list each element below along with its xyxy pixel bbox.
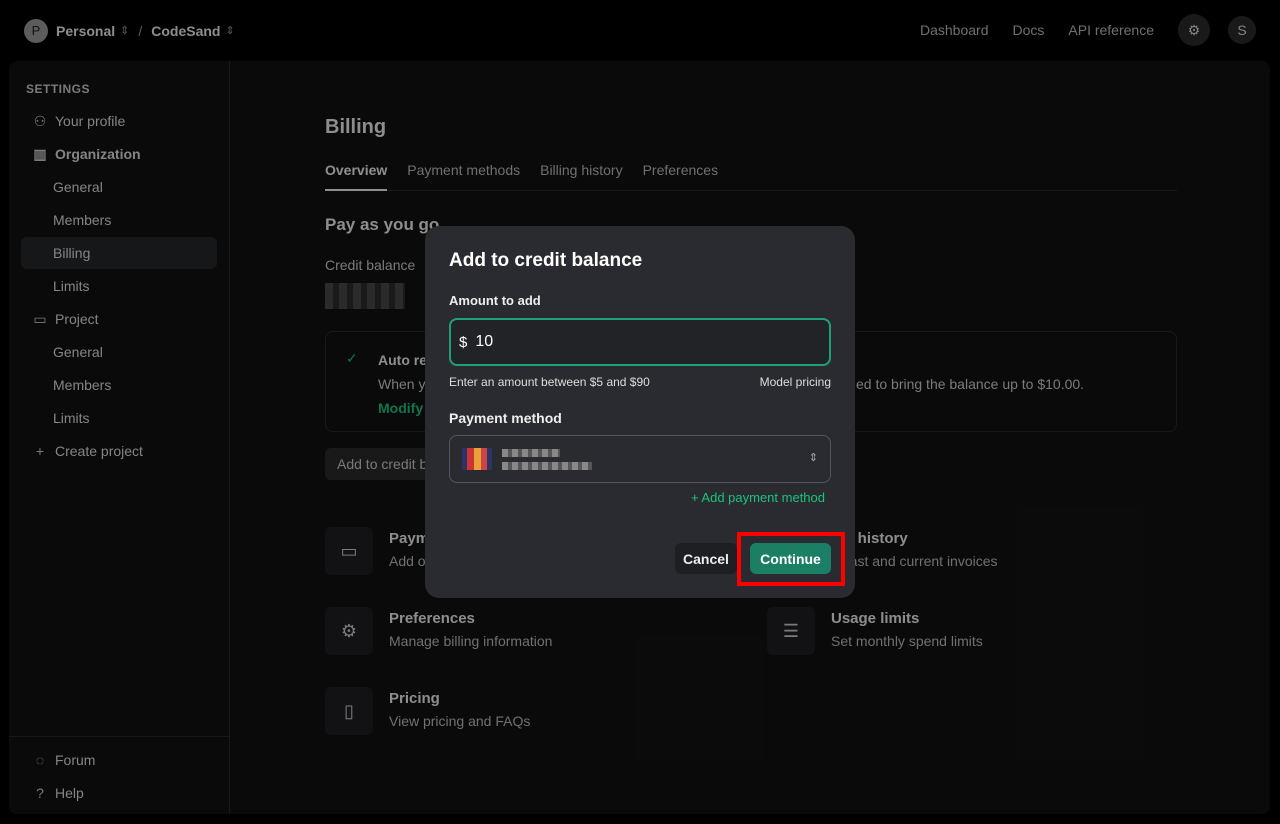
model-pricing-link[interactable]: Model pricing — [760, 375, 831, 389]
amount-hint: Enter an amount between $5 and $90 — [449, 375, 650, 389]
payment-method-label: Payment method — [449, 410, 562, 426]
highlight-box — [737, 532, 845, 586]
chevron-updown-icon: ⇕ — [808, 452, 818, 464]
amount-value: 10 — [475, 333, 494, 350]
card-brand-icon — [462, 448, 492, 470]
amount-label: Amount to add — [449, 293, 541, 308]
payment-method-select[interactable]: ⇕ — [449, 435, 831, 483]
card-name-redacted — [502, 449, 560, 457]
currency-symbol: $ — [459, 333, 468, 351]
modal-title: Add to credit balance — [449, 250, 643, 271]
amount-input[interactable]: $10 — [449, 318, 831, 366]
add-payment-method-link[interactable]: + Add payment method — [691, 490, 825, 505]
card-number-redacted — [502, 462, 592, 470]
cancel-button[interactable]: Cancel — [675, 543, 737, 574]
